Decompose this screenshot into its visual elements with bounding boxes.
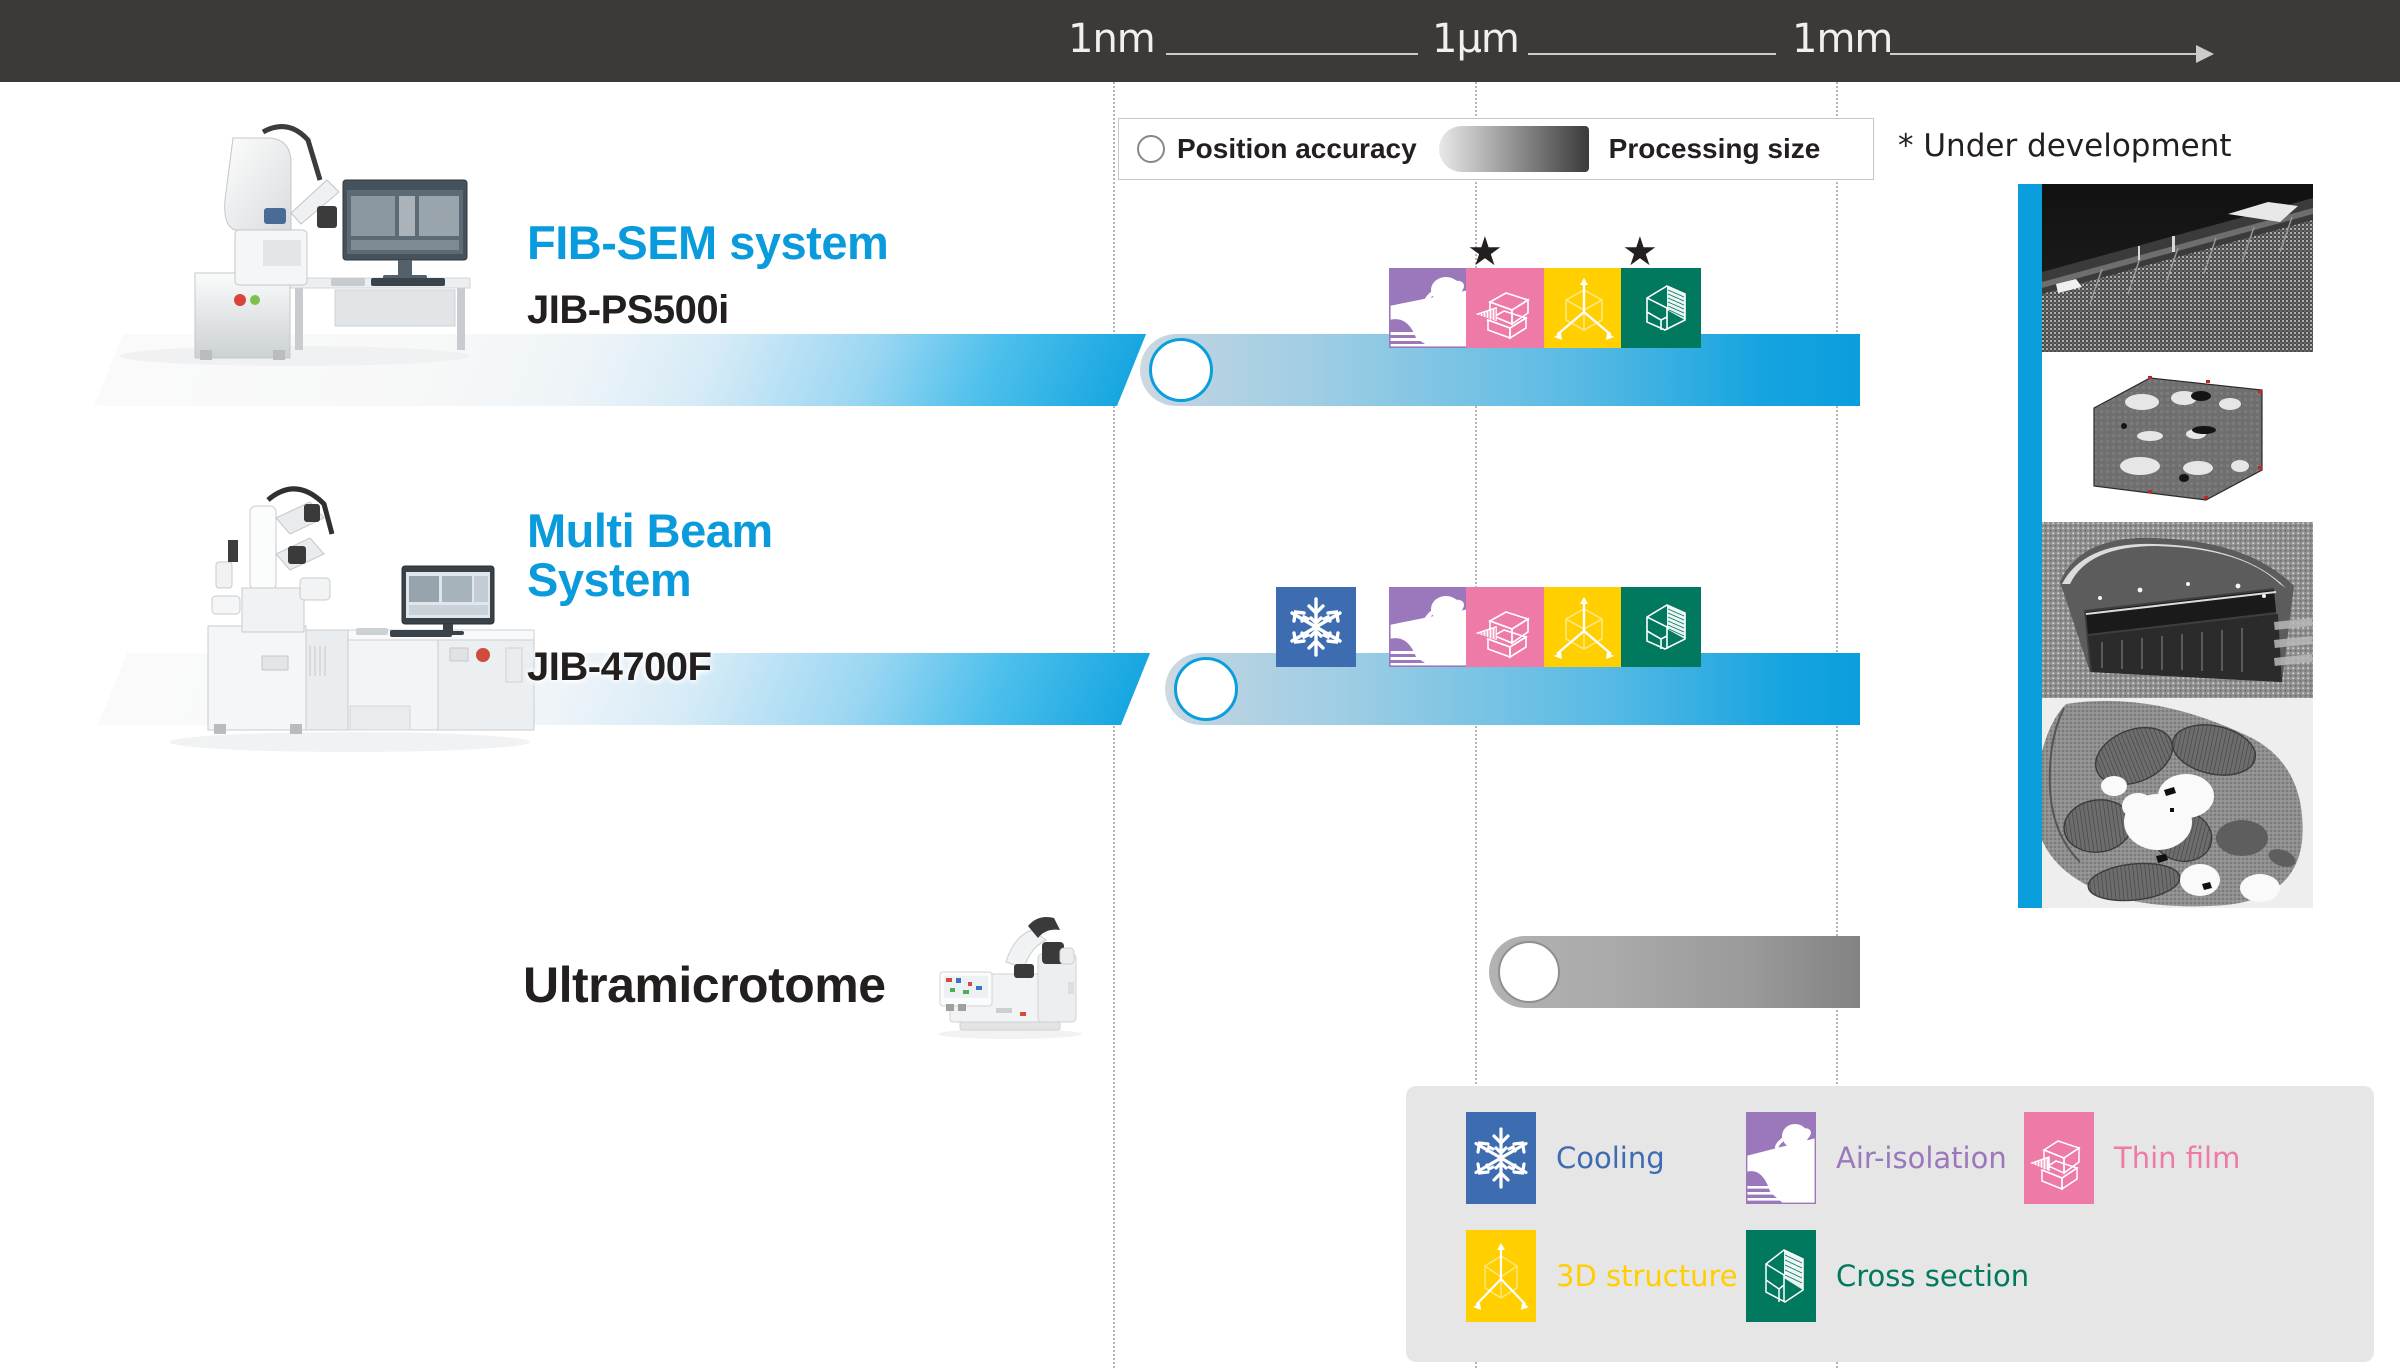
legend-item-air-isolation: Air-isolation: [1746, 1112, 2007, 1204]
scale-label-1mm: 1mm: [1792, 16, 1893, 62]
scale-segment-line-1: [1166, 53, 1418, 55]
cell-tem-micrograph: [2042, 698, 2313, 908]
ultramicrotome-photo: [938, 917, 1082, 1039]
fib-sem-air-isolation-star: ★: [1467, 229, 1503, 275]
legend-item-cross-section: Cross section: [1746, 1230, 2029, 1322]
legend-item-3d-structure: 3D structure: [1466, 1230, 1738, 1322]
thin-film-icon: [2024, 1112, 2094, 1204]
feature-legend-panel: Cooling Air-isolation Thin film 3D struc…: [1406, 1086, 2374, 1362]
legend-item-thin-film: Thin film: [2024, 1112, 2240, 1204]
legend-label-air-isolation: Air-isolation: [1836, 1141, 2007, 1175]
position-accuracy-label: Position accuracy: [1177, 133, 1417, 164]
trench-milling-micrograph: [2042, 522, 2313, 698]
multi-beam-title-text: Multi Beam System: [527, 504, 773, 607]
multi-beam-instrument-photo: [170, 486, 535, 752]
scale-arrow-icon: [2196, 45, 2214, 63]
legend-label-cross-section: Cross section: [1836, 1259, 2030, 1293]
fib-sem-3d-structure-star: ★: [1622, 229, 1658, 275]
scale-label-1um: 1μm: [1432, 16, 1520, 62]
scale-label-1nm: 1nm: [1068, 16, 1156, 62]
legend-label-cooling: Cooling: [1556, 1141, 1665, 1175]
scale-header-bar: [0, 0, 2400, 82]
legend-label-thin-film: Thin film: [2114, 1141, 2241, 1175]
cooling-icon: [1466, 1112, 1536, 1204]
cross-section-sem-micrograph: [2042, 184, 2313, 352]
feature-tile-3d-structure: [1544, 268, 1624, 348]
legend-item-cooling: Cooling: [1466, 1112, 1665, 1204]
fib-sem-instrument-photo: [120, 124, 471, 366]
fib-sem-title: FIB-SEM system: [527, 216, 889, 269]
feature-tile-cross-section: [1621, 268, 1701, 348]
multi-beam-title: Multi Beam System: [527, 506, 857, 605]
measurement-key-box: Position accuracy Processing size: [1118, 118, 1874, 180]
gallery-blue-stripe: [2018, 184, 2042, 908]
micrograph-gallery: [2018, 184, 2313, 908]
legend-label-3d-structure: 3D structure: [1556, 1259, 1738, 1293]
3d-reconstruction-volume: [2088, 374, 2268, 504]
air-isolation-icon: [1746, 1112, 1816, 1204]
feature-tile-cross-section-2: [1621, 587, 1701, 667]
feature-tile-thin-film-2: [1466, 587, 1546, 667]
processing-size-gradient-icon: [1438, 126, 1589, 172]
ultramicrotome-label: Ultramicrotome: [523, 957, 886, 1013]
feature-tile-air-isolation-2: [1389, 587, 1469, 667]
guide-line-1nm: [1113, 82, 1115, 1368]
feature-tile-thin-film: [1466, 268, 1546, 348]
cross-section-icon: [1746, 1230, 1816, 1322]
under-development-note: * Under development: [1898, 128, 2232, 164]
scale-segment-line-3: [1890, 53, 2202, 55]
ultramicrotome-position-accuracy-marker: [1498, 941, 1560, 1003]
scale-segment-line-2: [1528, 53, 1776, 55]
feature-tile-3d-structure-2: [1544, 587, 1624, 667]
processing-size-label: Processing size: [1608, 133, 1821, 164]
3d-structure-icon: [1466, 1230, 1536, 1322]
position-accuracy-circle-icon: [1137, 135, 1165, 163]
fib-sem-position-accuracy-marker: [1149, 338, 1213, 402]
multi-beam-model: JIB-4700F: [527, 645, 712, 689]
fib-sem-title-text: FIB-SEM system: [527, 216, 889, 269]
feature-tile-air-isolation: [1389, 268, 1469, 348]
feature-tile-cooling: [1276, 587, 1356, 667]
fib-sem-model: JIB-PS500i: [527, 288, 729, 332]
multi-beam-position-accuracy-marker: [1174, 657, 1238, 721]
